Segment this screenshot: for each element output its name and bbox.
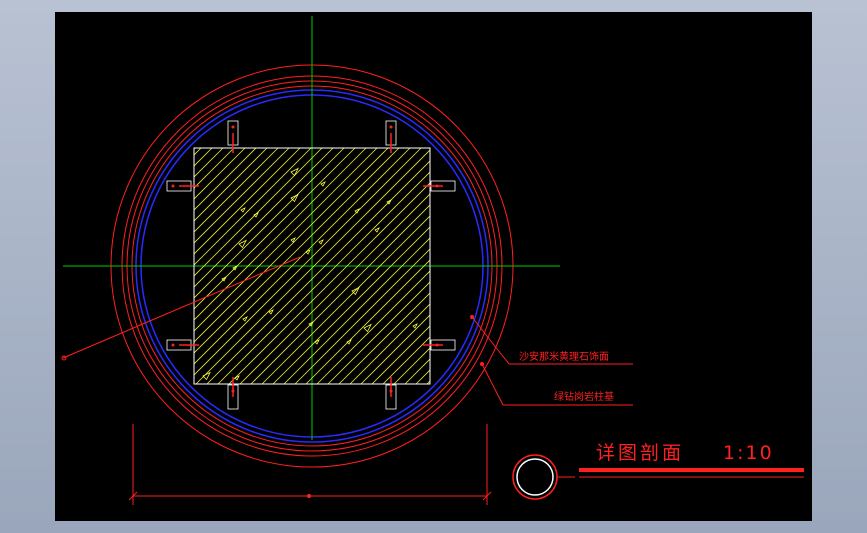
drawing-svg: 沙安那米黄理石饰面 绿钻岗岩柱基 详图剖面 1:10 [61, 16, 804, 505]
base-annotation: 绿钻岗岩柱基 [554, 390, 614, 403]
cad-canvas[interactable]: 沙安那米黄理石饰面 绿钻岗岩柱基 详图剖面 1:10 [55, 12, 812, 521]
centerlines [63, 16, 560, 440]
dimension-line [128, 424, 492, 505]
drawing-scale: 1:10 [723, 442, 774, 464]
finish-annotation: 沙安那米黄理石饰面 [519, 350, 609, 363]
title-underline-thick [579, 468, 804, 472]
detail-bubble-inner [516, 458, 554, 496]
detail-bubble-outer [512, 454, 558, 500]
title-block: 详图剖面 1:10 [512, 442, 804, 500]
drawing-title: 详图剖面 [596, 442, 684, 464]
